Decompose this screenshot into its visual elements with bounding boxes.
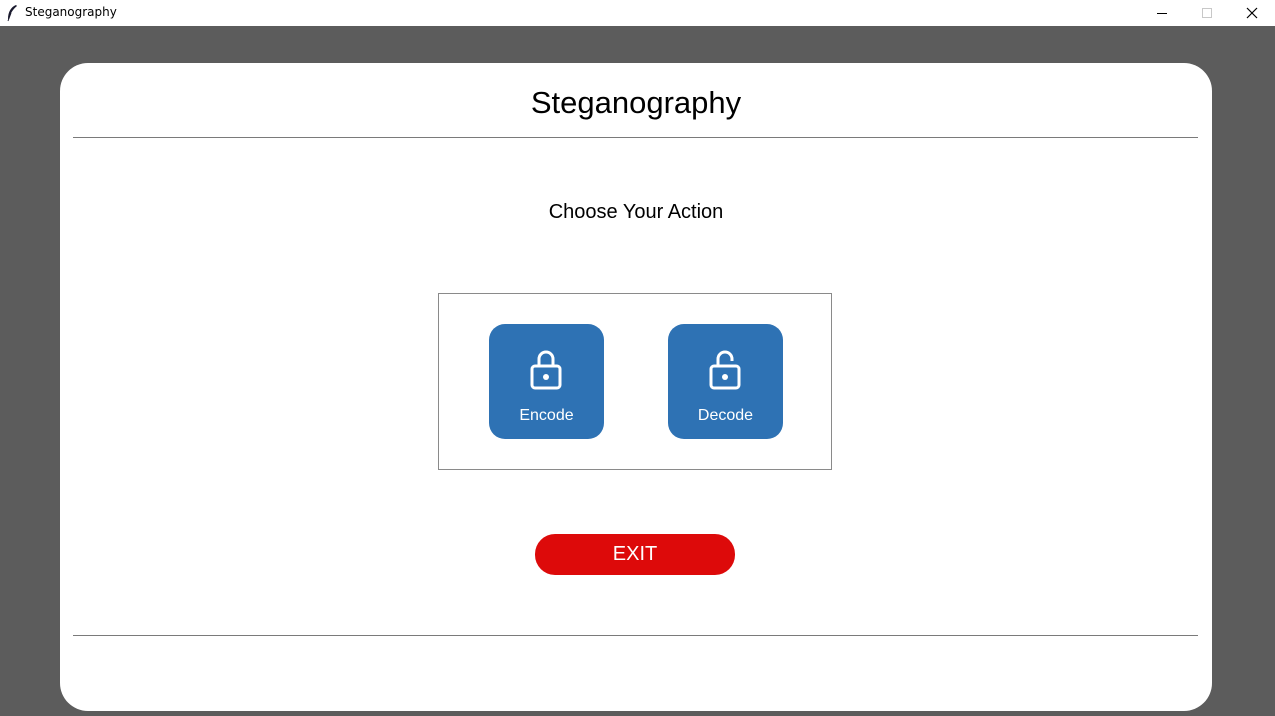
- top-divider: [73, 137, 1198, 138]
- main-card: Steganography Choose Your Action Encode …: [60, 63, 1212, 711]
- encode-label: Encode: [519, 407, 574, 424]
- minimize-button[interactable]: [1139, 0, 1185, 26]
- window-title: Steganography: [25, 5, 117, 19]
- page-subtitle: Choose Your Action: [548, 201, 724, 223]
- lock-icon: [530, 350, 562, 390]
- maximize-icon: [1202, 8, 1212, 18]
- action-panel: Encode Decode: [438, 293, 832, 470]
- maximize-button[interactable]: [1184, 0, 1230, 26]
- feather-icon: [7, 5, 17, 22]
- close-icon: [1246, 7, 1258, 19]
- decode-button[interactable]: Decode: [668, 324, 783, 439]
- decode-label: Decode: [697, 407, 754, 424]
- bottom-divider: [73, 635, 1198, 636]
- exit-button[interactable]: EXIT: [535, 534, 735, 575]
- unlock-icon: [709, 350, 741, 390]
- minimize-icon: [1157, 13, 1167, 14]
- window-titlebar: Steganography: [0, 0, 1275, 26]
- encode-button[interactable]: Encode: [489, 324, 604, 439]
- page-title: Steganography: [530, 85, 742, 120]
- close-button[interactable]: [1229, 0, 1275, 26]
